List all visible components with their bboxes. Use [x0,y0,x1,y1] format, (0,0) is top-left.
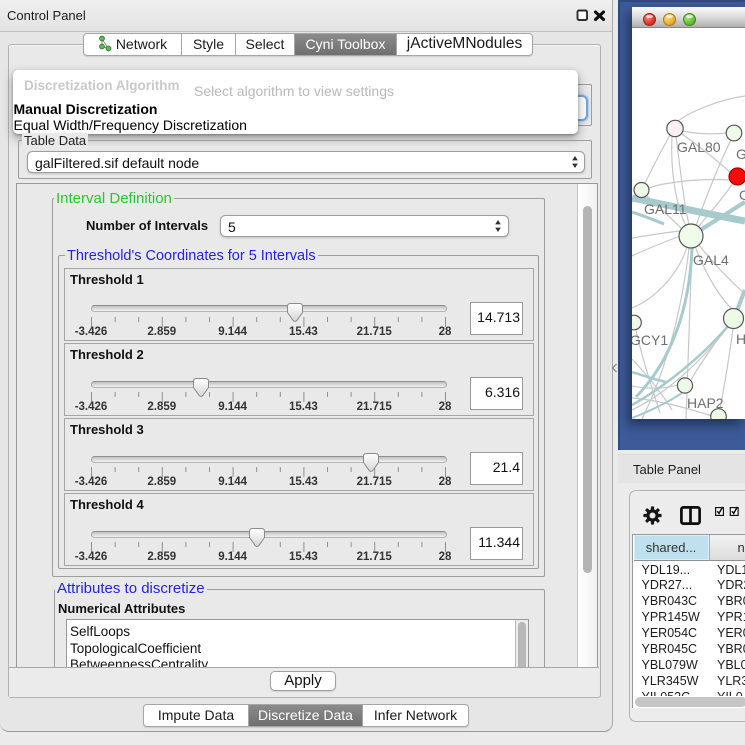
svg-text:HA: HA [736,331,745,347]
svg-text:C: C [739,187,745,203]
svg-text:GAL11: GAL11 [644,201,687,217]
svg-text:HAP2: HAP2 [687,395,724,411]
svg-text:GAL4: GAL4 [693,252,729,268]
svg-text:GA: GA [736,146,745,162]
svg-text:GCY1: GCY1 [632,332,668,348]
svg-text:GAL80: GAL80 [677,139,721,155]
